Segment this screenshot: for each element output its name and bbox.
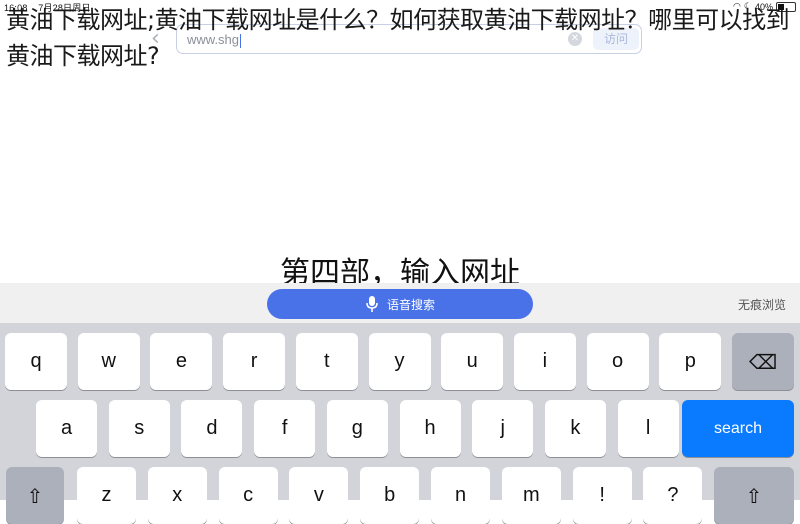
key-b[interactable]: b [360, 467, 420, 524]
key-x[interactable]: x [147, 467, 207, 524]
key-d[interactable]: d [181, 400, 243, 457]
key-a[interactable]: a [36, 400, 97, 457]
backspace-icon: ⌫ [748, 349, 778, 374]
shift-right-key[interactable]: ⇧ [714, 467, 794, 524]
key-j[interactable]: j [472, 400, 534, 457]
voice-search-label: 语音搜索 [386, 297, 435, 312]
shift-icon: ⇧ [745, 483, 763, 508]
shift-left-key[interactable]: ⇧ [6, 467, 64, 524]
key-e[interactable]: e [150, 333, 213, 390]
key-p[interactable]: p [659, 333, 722, 390]
key-g[interactable]: g [326, 400, 388, 457]
key-t[interactable]: t [295, 333, 358, 390]
key-m[interactable]: m [501, 467, 561, 524]
key-q[interactable]: q [5, 333, 67, 390]
key-i[interactable]: i [513, 333, 576, 390]
backspace-key[interactable]: ⌫ [732, 333, 794, 390]
key-w[interactable]: w [77, 333, 140, 390]
shift-icon: ⇧ [26, 483, 44, 508]
incognito-button[interactable]: 无痕浏览 [738, 296, 786, 313]
overlay-title: 黄油下载网址;黄油下载网址是什么？如何获取黄油下载网址？哪里可以找到黄油下载网址… [6, 6, 790, 70]
keyboard: q w e r t y u i o p ⌫ a s d f g h j k l search ⇧ z x c v b n m!? ⇧ [0, 323, 800, 524]
key-y[interactable]: y [368, 333, 431, 390]
microphone-icon [366, 296, 378, 312]
voice-search-button[interactable]: 语音搜索 [267, 289, 533, 319]
key-u[interactable]: u [441, 333, 504, 390]
key-exclamation[interactable]: ! [572, 467, 632, 524]
key-k[interactable]: k [544, 400, 606, 457]
key-h[interactable]: h [399, 400, 461, 457]
keyboard-toolbar: 语音搜索 无痕浏览 [0, 283, 800, 323]
key-o[interactable]: o [586, 333, 649, 390]
key-n[interactable]: n [431, 467, 490, 524]
key-f[interactable]: f [254, 400, 316, 457]
key-v[interactable]: v [289, 467, 349, 524]
key-question[interactable]: ? [643, 467, 703, 524]
key-r[interactable]: r [223, 333, 286, 390]
key-c[interactable]: c [218, 467, 278, 524]
search-key[interactable]: search [682, 400, 794, 457]
key-s[interactable]: s [108, 400, 170, 457]
key-l[interactable]: l [617, 400, 679, 457]
key-z[interactable]: z [77, 467, 136, 524]
